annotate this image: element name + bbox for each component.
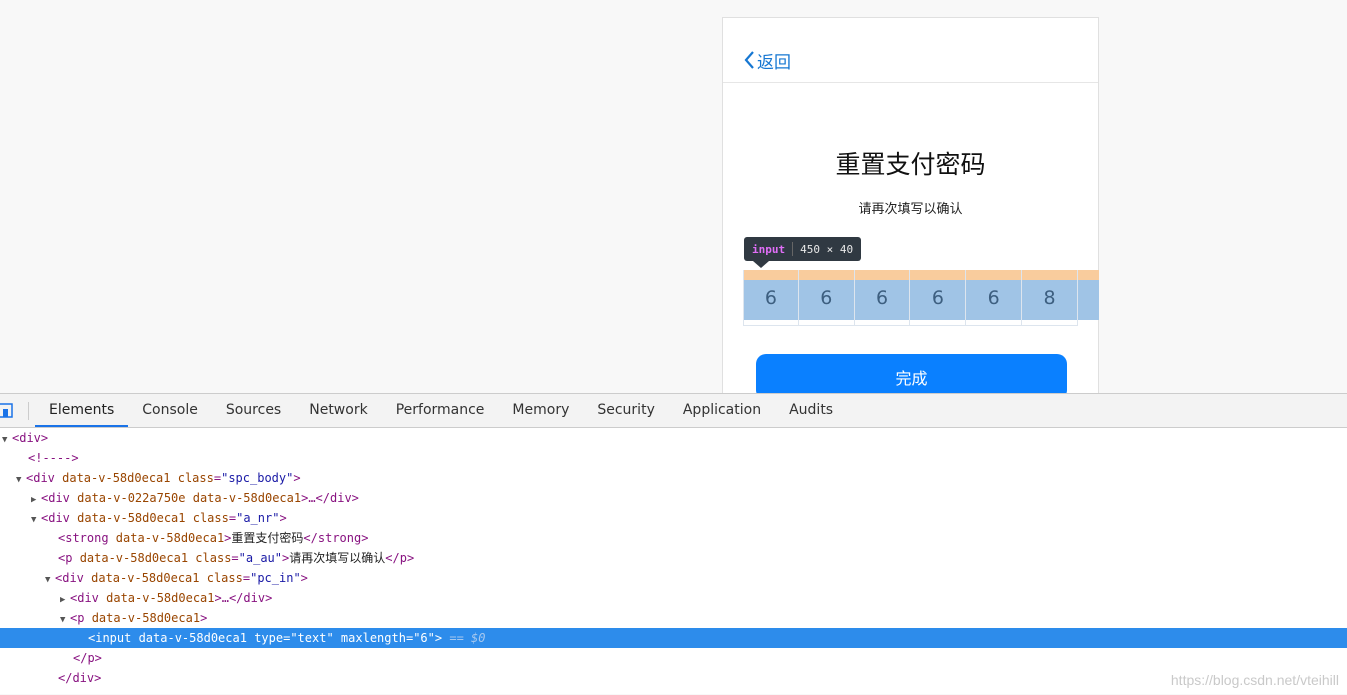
dom-tree: ▼ <div> <!----> ▼ <div data-v-58d0eca1 cla… <box>0 428 1347 695</box>
password-cells: 6 6 6 6 6 8 <box>743 270 1078 326</box>
tooltip-arrow <box>753 261 769 268</box>
done-button[interactable]: 完成 <box>756 354 1067 393</box>
tooltip-tag: input <box>752 242 786 256</box>
inspect-tooltip: input 450 × 40 <box>744 237 862 261</box>
page-viewport: 返回 重置支付密码 请再次填写以确认 input 450 × 40 6 6 6 … <box>0 0 1347 393</box>
devtools-panel: Elements Console Sources Network Perform… <box>0 393 1347 694</box>
tab-network[interactable]: Network <box>295 394 381 427</box>
dom-node[interactable]: ▼ <div data-v-58d0eca1 class="pc_in"> <box>0 568 1347 588</box>
password-digit: 6 <box>820 287 833 309</box>
chevron-left-icon <box>744 51 754 69</box>
expand-triangle-icon[interactable]: ▼ <box>31 510 41 530</box>
password-digit: 8 <box>1043 287 1056 309</box>
password-digit: 6 <box>931 287 944 309</box>
device-toggle-button[interactable] <box>0 394 28 427</box>
password-cell[interactable]: 8 <box>1022 270 1078 326</box>
tab-divider <box>28 402 29 420</box>
password-digit: 6 <box>987 287 1000 309</box>
dom-node-selected[interactable]: <input data-v-58d0eca1 type="text" maxle… <box>0 628 1347 648</box>
dom-node[interactable]: ▼ <div> <box>0 428 1347 448</box>
password-input[interactable]: 6 6 6 6 6 8 <box>743 270 1099 326</box>
console-ref-badge: == $0 <box>449 631 486 645</box>
tab-application[interactable]: Application <box>669 394 775 427</box>
dom-node[interactable]: </p> <box>0 648 1347 668</box>
password-cell[interactable]: 6 <box>743 270 799 326</box>
dom-node[interactable]: <p data-v-58d0eca1 class="a_au">请再次填写以确认… <box>0 548 1347 568</box>
back-label: 返回 <box>757 52 791 73</box>
dom-node[interactable]: <!----> <box>0 448 1347 468</box>
expand-triangle-icon[interactable]: ▼ <box>16 470 26 490</box>
expand-triangle-icon[interactable]: ▼ <box>60 610 70 630</box>
expand-triangle-icon[interactable]: ▼ <box>45 570 55 590</box>
tab-sources[interactable]: Sources <box>212 394 295 427</box>
back-button[interactable]: 返回 <box>743 48 791 73</box>
dom-node[interactable]: ▼ <p data-v-58d0eca1> <box>0 608 1347 628</box>
tab-audits[interactable]: Audits <box>775 394 847 427</box>
tab-security[interactable]: Security <box>583 394 669 427</box>
expand-triangle-icon[interactable]: ▼ <box>2 430 12 450</box>
mobile-frame: 返回 重置支付密码 请再次填写以确认 input 450 × 40 6 6 6 … <box>722 17 1099 393</box>
dom-node[interactable]: ▼ <div data-v-58d0eca1 class="a_nr"> <box>0 508 1347 528</box>
password-digit: 6 <box>876 287 889 309</box>
dom-node[interactable]: ▼ <div data-v-58d0eca1 class="spc_body"> <box>0 468 1347 488</box>
page-title: 重置支付密码 <box>835 150 986 179</box>
dom-node[interactable]: <strong data-v-58d0eca1>重置支付密码</strong> <box>0 528 1347 548</box>
tab-elements[interactable]: Elements <box>35 394 129 427</box>
password-cell[interactable]: 6 <box>910 270 967 326</box>
watermark: https://blog.csdn.net/vteihill <box>1170 672 1339 688</box>
password-cell[interactable]: 6 <box>966 270 1023 326</box>
tab-console[interactable]: Console <box>128 394 212 427</box>
tooltip-separator <box>792 242 794 256</box>
tab-memory[interactable]: Memory <box>498 394 583 427</box>
page-subtitle: 请再次填写以确认 <box>858 202 963 217</box>
device-toolbar-icon <box>0 402 13 418</box>
dom-node[interactable]: </div> <box>0 668 1347 688</box>
collapse-triangle-icon[interactable]: ▶ <box>60 590 70 610</box>
header-bar: 返回 <box>723 18 1098 83</box>
collapse-triangle-icon[interactable]: ▶ <box>31 490 41 510</box>
password-digit: 6 <box>764 287 777 309</box>
dom-node[interactable]: ▶ <div data-v-022a750e data-v-58d0eca1>…<… <box>0 488 1347 508</box>
devtools-tab-bar: Elements Console Sources Network Perform… <box>0 394 1347 428</box>
password-cell[interactable]: 6 <box>854 270 911 326</box>
password-cell[interactable]: 6 <box>798 270 855 326</box>
tooltip-size: 450 × 40 <box>800 242 854 256</box>
tab-performance[interactable]: Performance <box>382 394 499 427</box>
dom-node[interactable]: ▶ <div data-v-58d0eca1>…</div> <box>0 588 1347 608</box>
